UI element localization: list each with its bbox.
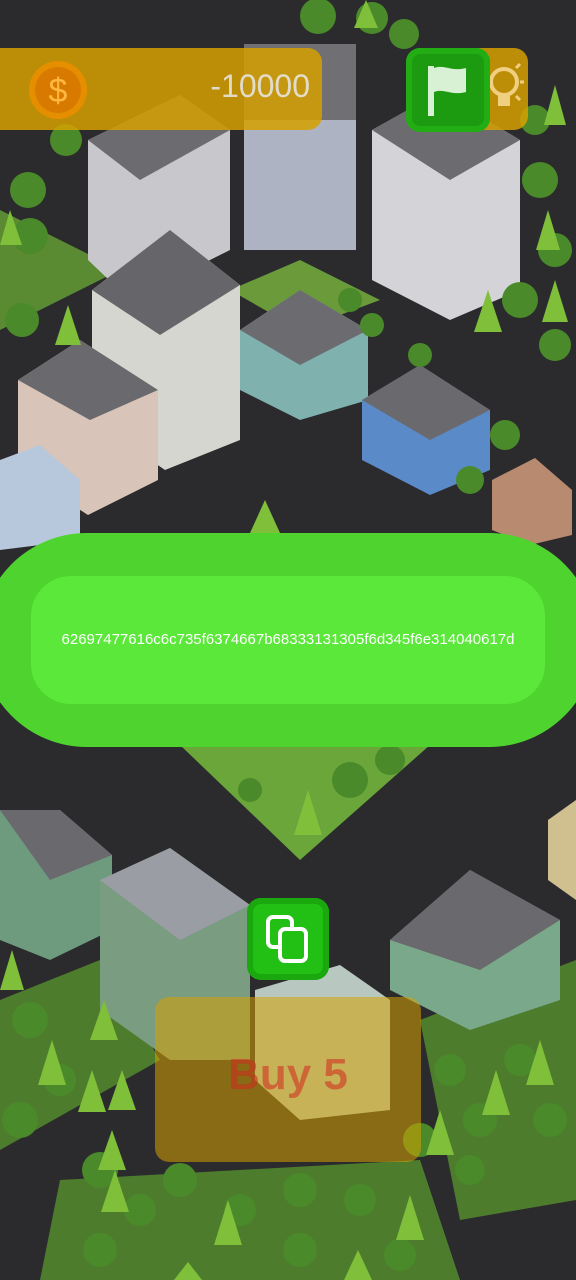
svg-text:$: $ (49, 72, 68, 110)
dollar-coin-icon: $ (29, 61, 87, 119)
buy-button-label: Buy 5 (228, 1050, 348, 1099)
secret-code-text: 62697477616c6c735f6374667b68333131305f6d… (61, 631, 515, 648)
copy-icon (266, 915, 308, 963)
flag-icon (428, 66, 466, 116)
money-amount: -10000 (210, 68, 310, 104)
